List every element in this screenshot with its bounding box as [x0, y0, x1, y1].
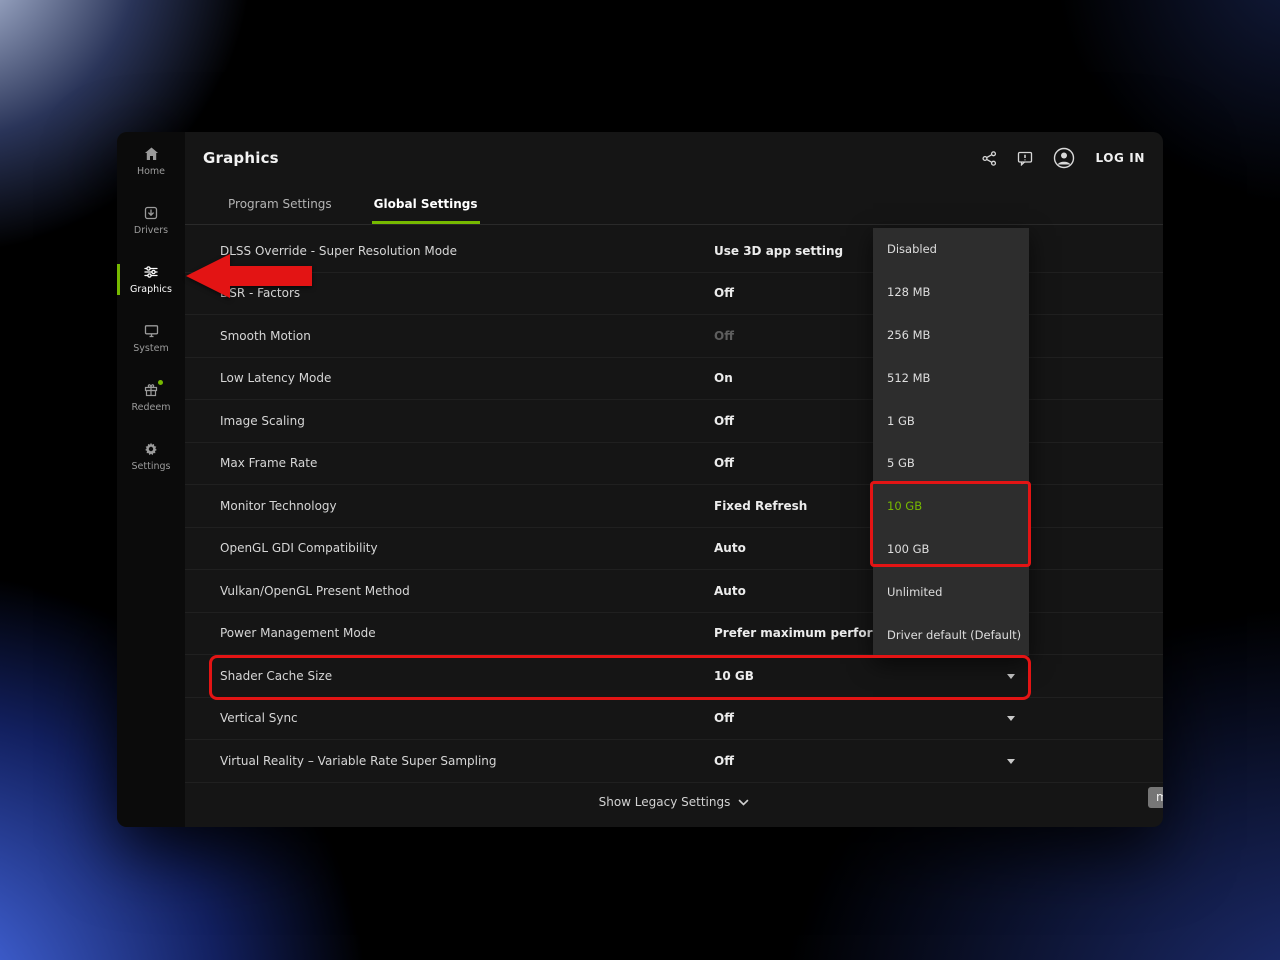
- chevron-down-icon[interactable]: [1007, 759, 1015, 764]
- log-in-button[interactable]: LOG IN: [1095, 151, 1145, 165]
- graphics-sliders-icon: [144, 265, 158, 279]
- tab-program-settings[interactable]: Program Settings: [228, 184, 332, 224]
- sidebar-item-redeem[interactable]: Redeem: [117, 368, 185, 427]
- footer: Show Legacy Settings: [185, 780, 1163, 824]
- home-icon: [144, 147, 159, 161]
- chevron-down-icon[interactable]: [1007, 716, 1015, 721]
- dropdown-option-5gb[interactable]: 5 GB: [873, 442, 1029, 485]
- sidebar-item-graphics[interactable]: Graphics: [117, 250, 185, 309]
- share-icon[interactable]: [982, 151, 997, 166]
- system-monitor-icon: [144, 324, 159, 338]
- shader-cache-size-dropdown: Disabled 128 MB 256 MB 512 MB 1 GB 5 GB …: [873, 228, 1029, 656]
- feedback-icon[interactable]: [1017, 151, 1033, 166]
- sidebar-item-system[interactable]: System: [117, 309, 185, 368]
- sidebar-item-label: System: [133, 343, 168, 354]
- setting-row-shader-cache-size[interactable]: Shader Cache Size 10 GB: [185, 655, 1163, 698]
- nvidia-app-window: Home Drivers Graphics System Redeem: [117, 132, 1163, 827]
- chevron-down-icon[interactable]: [1007, 674, 1015, 679]
- sidebar-item-label: Redeem: [132, 402, 171, 413]
- dropdown-option-256mb[interactable]: 256 MB: [873, 314, 1029, 357]
- drivers-icon: [144, 206, 158, 220]
- tab-global-settings[interactable]: Global Settings: [374, 184, 478, 224]
- watermark: mi: [1148, 787, 1163, 808]
- sidebar-item-label: Drivers: [134, 225, 168, 236]
- setting-row-vr-variable-rate-super-sampling[interactable]: Virtual Reality – Variable Rate Super Sa…: [185, 740, 1163, 783]
- sidebar-item-label: Home: [137, 166, 165, 177]
- page-background: { "header": { "title": "Graphics", "logi…: [0, 0, 1280, 960]
- page-title: Graphics: [203, 149, 279, 167]
- redeem-gift-icon: [144, 383, 158, 397]
- sidebar: Home Drivers Graphics System Redeem: [117, 132, 185, 827]
- sidebar-item-home[interactable]: Home: [117, 132, 185, 191]
- setting-row-vertical-sync[interactable]: Vertical Sync Off: [185, 698, 1163, 741]
- dropdown-option-disabled[interactable]: Disabled: [873, 228, 1029, 271]
- sidebar-item-label: Graphics: [130, 284, 172, 295]
- annotation-arrow-graphics: [186, 252, 312, 300]
- sidebar-item-drivers[interactable]: Drivers: [117, 191, 185, 250]
- chevron-down-icon: [738, 799, 749, 806]
- dropdown-option-1gb[interactable]: 1 GB: [873, 399, 1029, 442]
- gear-icon: [144, 442, 158, 456]
- dropdown-option-10gb[interactable]: 10 GB: [873, 485, 1029, 528]
- dropdown-option-512mb[interactable]: 512 MB: [873, 356, 1029, 399]
- sidebar-item-label: Settings: [132, 461, 171, 472]
- sidebar-item-settings[interactable]: Settings: [117, 427, 185, 486]
- show-legacy-settings-button[interactable]: Show Legacy Settings: [599, 795, 750, 809]
- top-bar: Graphics LOG IN: [185, 132, 1163, 184]
- dropdown-option-unlimited[interactable]: Unlimited: [873, 570, 1029, 613]
- dropdown-option-128mb[interactable]: 128 MB: [873, 271, 1029, 314]
- dropdown-option-driver-default[interactable]: Driver default (Default): [873, 613, 1029, 656]
- redeem-notification-dot: [158, 380, 163, 385]
- top-bar-actions: LOG IN: [982, 147, 1145, 169]
- settings-tabs: Program Settings Global Settings: [185, 184, 1163, 225]
- dropdown-option-100gb[interactable]: 100 GB: [873, 528, 1029, 571]
- avatar-icon[interactable]: [1053, 147, 1075, 169]
